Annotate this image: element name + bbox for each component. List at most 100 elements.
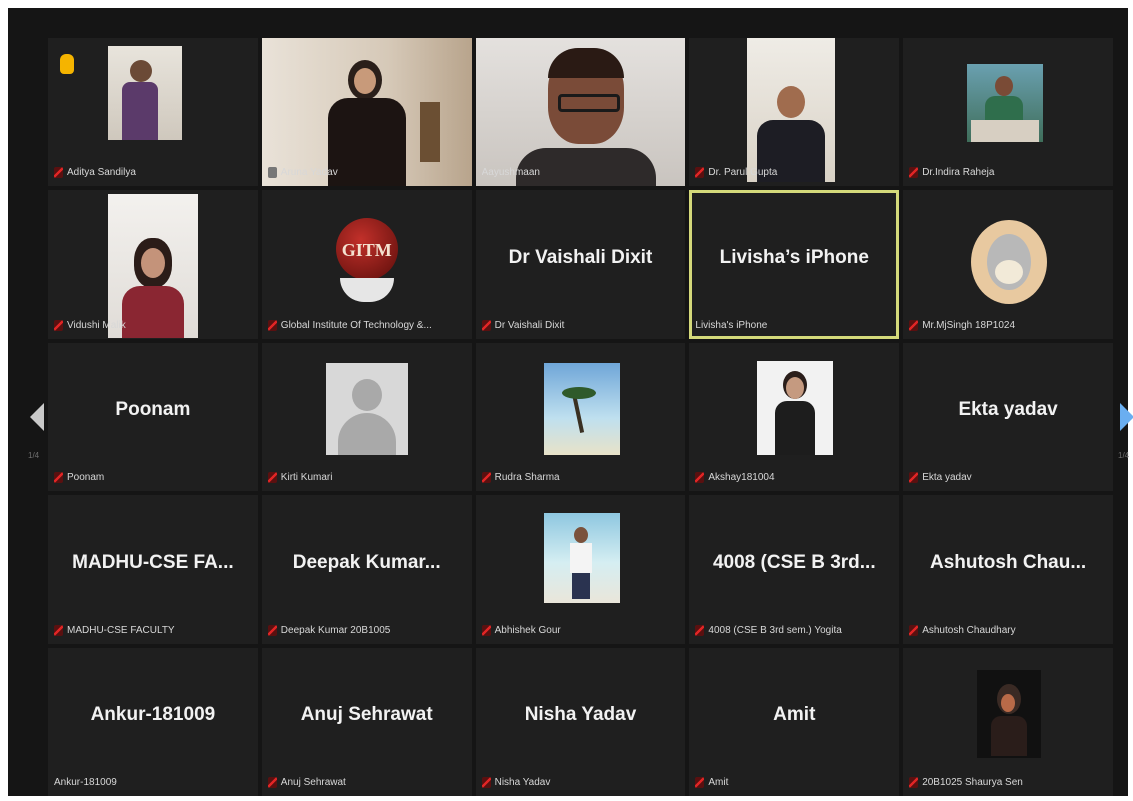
mic-muted-icon: [909, 624, 919, 636]
participant-name: Kirti Kumari: [280, 472, 333, 484]
participant-tile[interactable]: Vidushi Malik: [48, 190, 258, 339]
participant-name: Akshay181004: [708, 472, 775, 484]
participant-tile[interactable]: Deepak Kumar... Deepak Kumar 20B1005: [261, 495, 472, 644]
participant-display-name: MADHU-CSE FA...: [72, 551, 234, 573]
participant-name: Rudra Sharma: [494, 472, 560, 484]
participant-name: Dr.Indira Raheja: [922, 167, 995, 179]
participant-tile[interactable]: Aruna Yadav: [261, 38, 472, 187]
page-indicator-right: 1/4: [1118, 451, 1130, 460]
mic-muted-icon: [909, 319, 919, 331]
participant-tile[interactable]: Aditya Sandilya: [48, 38, 258, 187]
participant-tile[interactable]: Akshay181004: [689, 342, 900, 492]
mic-muted-icon: [909, 167, 919, 179]
participant-avatar: [977, 669, 1042, 758]
mic-muted-icon: [695, 624, 705, 636]
participant-name: Vidushi Malik: [67, 319, 126, 331]
participant-display-name: Anuj Sehrawat: [300, 703, 433, 725]
participant-avatar: [971, 220, 1048, 305]
participant-name: Amit: [708, 776, 729, 788]
participant-name: 4008 (CSE B 3rd sem.) Yogita: [708, 624, 842, 636]
participant-tile[interactable]: GITM Global Institute Of Technology &...: [261, 190, 472, 339]
participant-tile[interactable]: 4008 (CSE B 3rd... 4008 (CSE B 3rd sem.)…: [689, 495, 900, 644]
mic-muted-icon: [267, 319, 277, 331]
participant-name: MADHU-CSE FACULTY: [67, 624, 175, 636]
mic-muted-icon: [267, 624, 277, 636]
participant-video: [967, 64, 1044, 142]
participant-tile[interactable]: Poonam Poonam: [48, 342, 258, 492]
participant-tile[interactable]: Amit Amit: [689, 647, 900, 796]
raised-hand-icon: [60, 54, 74, 74]
participant-display-name: Poonam: [115, 399, 191, 421]
participant-name: Aruna Yadav: [280, 167, 338, 179]
participant-display-name: Amit: [773, 703, 816, 725]
participant-name: Mr.MjSingh 18P1024: [922, 319, 1016, 331]
participant-display-name: Nisha Yadav: [524, 703, 637, 725]
participant-video: [261, 38, 472, 187]
participant-tile[interactable]: Rudra Sharma: [475, 342, 686, 492]
participant-tile[interactable]: Ashutosh Chau... Ashutosh Chaudhary: [903, 495, 1113, 644]
participant-video: [108, 46, 182, 140]
participant-tile[interactable]: MADHU-CSE FA... MADHU-CSE FACULTY: [48, 495, 258, 644]
participant-tile[interactable]: Dr.Indira Raheja: [903, 38, 1113, 187]
participant-tile[interactable]: Ekta yadav Ekta yadav: [903, 342, 1113, 492]
participant-name: Ashutosh Chaudhary: [922, 624, 1016, 636]
participant-tile[interactable]: Dr Vaishali Dixit Dr Vaishali Dixit: [475, 190, 686, 339]
participant-video: [475, 38, 686, 187]
default-avatar-icon: [325, 362, 408, 455]
participant-video: [747, 38, 836, 182]
participant-display-name: Dr Vaishali Dixit: [508, 246, 653, 268]
participant-tile-active-speaker[interactable]: Livisha’s iPhone Livisha's iPhone: [689, 190, 900, 339]
participant-name: Nisha Yadav: [494, 776, 551, 788]
participant-tile[interactable]: Ankur-181009 Ankur-181009: [48, 647, 258, 796]
participant-tile[interactable]: Anuj Sehrawat Anuj Sehrawat: [261, 647, 472, 796]
participant-tile[interactable]: Kirti Kumari: [261, 342, 472, 492]
mic-icon: [267, 167, 277, 179]
page-indicator-left: 1/4: [28, 451, 40, 460]
participant-name: Global Institute Of Technology &...: [280, 319, 432, 331]
participant-tile[interactable]: Nisha Yadav Nisha Yadav: [475, 647, 686, 796]
participant-name: Deepak Kumar 20B1005: [280, 624, 391, 636]
participant-display-name: Livisha’s iPhone: [719, 246, 869, 268]
participant-name: Ankur-181009: [54, 776, 117, 788]
mic-muted-icon: [481, 319, 491, 331]
participant-name: Anuj Sehrawat: [280, 776, 346, 788]
participant-name: 20B1025 Shaurya Sen: [922, 776, 1023, 788]
mic-muted-icon: [909, 472, 919, 484]
participant-name: Abhishek Gour: [494, 624, 561, 636]
participant-tile[interactable]: 20B1025 Shaurya Sen: [903, 647, 1113, 796]
participant-tile[interactable]: Mr.MjSingh 18P1024: [903, 190, 1113, 339]
mic-muted-icon: [54, 319, 63, 331]
institute-logo: GITM: [332, 216, 402, 308]
participant-name: Poonam: [67, 472, 105, 484]
mic-muted-icon: [481, 776, 491, 788]
participant-grid: Aditya Sandilya Aruna Yadav Aayushmaan D…: [48, 38, 1113, 796]
mic-muted-icon: [695, 776, 705, 788]
meeting-gallery-window: 1/4 1/4 Aditya Sandilya Aruna Yadav Aayu…: [8, 8, 1133, 796]
participant-display-name: Ashutosh Chau...: [929, 551, 1087, 573]
mic-muted-icon: [909, 776, 919, 788]
next-page-arrow-icon[interactable]: [1120, 403, 1133, 431]
participant-tile[interactable]: Dr. Parul Gupta: [689, 38, 900, 187]
participant-avatar: [757, 360, 834, 455]
participant-name: Aditya Sandilya: [67, 167, 136, 179]
participant-avatar: [543, 362, 620, 455]
participant-video: [108, 194, 198, 339]
participant-avatar: [543, 513, 620, 604]
mic-muted-icon: [481, 624, 491, 636]
participant-display-name: 4008 (CSE B 3rd...: [712, 551, 876, 573]
participant-name: Dr. Parul Gupta: [708, 167, 778, 179]
mic-muted-icon: [54, 472, 63, 484]
participant-name: Livisha's iPhone: [695, 319, 768, 331]
participant-display-name: Ekta yadav: [958, 399, 1058, 421]
mic-muted-icon: [54, 624, 63, 636]
mic-muted-icon: [695, 167, 705, 179]
participant-name: Dr Vaishali Dixit: [494, 319, 565, 331]
participant-tile[interactable]: Aayushmaan: [475, 38, 686, 187]
mic-muted-icon: [481, 472, 491, 484]
participant-tile[interactable]: Abhishek Gour: [475, 495, 686, 644]
mic-muted-icon: [695, 472, 705, 484]
mic-muted-icon: [267, 776, 277, 788]
previous-page-arrow-icon[interactable]: [30, 403, 44, 431]
mic-muted-icon: [54, 167, 63, 179]
participant-name: Aayushmaan: [481, 167, 540, 179]
